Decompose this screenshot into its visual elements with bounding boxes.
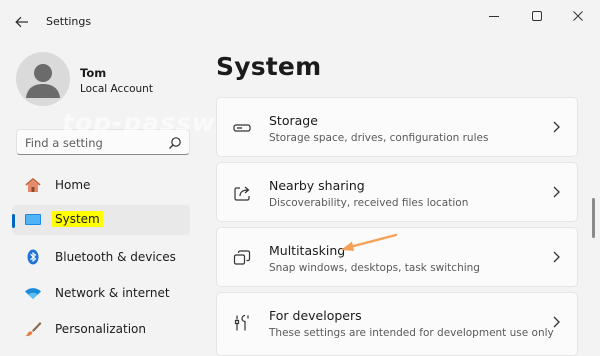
chevron-right-icon (553, 121, 560, 133)
account-type: Local Account (80, 83, 153, 95)
multitasking-icon (233, 250, 251, 265)
chevron-right-icon (553, 186, 560, 198)
sidebar-item-label: Personalization (55, 322, 146, 336)
settings-card-for-developers[interactable]: For developers These settings are intend… (216, 292, 578, 356)
annotation-arrow-icon (341, 233, 398, 251)
sidebar-item-home[interactable]: Home (12, 170, 190, 200)
sidebar-item-label: Network & internet (55, 286, 170, 300)
sidebar-item-system[interactable]: System (12, 205, 190, 235)
card-title: Multitasking (269, 243, 346, 258)
search-placeholder: Find a setting (25, 136, 103, 150)
card-title: Nearby sharing (269, 178, 365, 193)
card-description: These settings are intended for developm… (269, 327, 554, 339)
minimize-button[interactable] (472, 4, 516, 28)
close-icon (573, 11, 583, 21)
avatar[interactable] (16, 52, 70, 106)
maximize-button[interactable] (515, 4, 559, 28)
app-title: Settings (46, 15, 92, 28)
sidebar-item-label: Home (55, 178, 91, 192)
card-description: Storage space, drives, configuration rul… (269, 132, 489, 144)
user-name: Tom (80, 66, 107, 80)
developer-tools-icon (234, 314, 249, 331)
display-icon (25, 214, 41, 225)
home-icon (25, 177, 41, 192)
sidebar-item-personalization[interactable]: Personalization (12, 314, 190, 344)
maximize-icon (532, 11, 542, 21)
wifi-icon (25, 288, 41, 299)
search-icon[interactable] (168, 136, 182, 150)
bluetooth-icon (27, 249, 39, 265)
sidebar-item-bluetooth-devices[interactable]: Bluetooth & devices (12, 242, 190, 272)
settings-card-nearby-sharing[interactable]: Nearby sharing Discoverability, received… (216, 162, 578, 222)
brush-icon (25, 322, 42, 337)
card-description: Snap windows, desktops, task switching (269, 262, 480, 274)
settings-window: Settings Tom Local Account Find a settin… (0, 0, 600, 356)
scrollbar[interactable] (592, 198, 595, 238)
storage-drive-icon (233, 124, 251, 132)
minimize-icon (489, 16, 499, 17)
sidebar-item-label: Bluetooth & devices (55, 250, 176, 264)
page-title: System (216, 52, 322, 81)
share-icon (234, 186, 250, 201)
chevron-right-icon (553, 251, 560, 263)
close-button[interactable] (556, 4, 600, 28)
card-description: Discoverability, received files location (269, 197, 469, 209)
selection-indicator (12, 214, 15, 228)
sidebar-item-label: System (52, 211, 103, 227)
title-bar: Settings (0, 0, 600, 44)
search-input[interactable]: Find a setting (16, 129, 190, 155)
user-silhouette-icon (26, 64, 60, 98)
back-arrow-icon (15, 16, 28, 28)
card-title: For developers (269, 308, 362, 323)
settings-card-storage[interactable]: Storage Storage space, drives, configura… (216, 97, 578, 157)
sidebar-item-network-internet[interactable]: Network & internet (12, 278, 190, 308)
back-button[interactable] (8, 9, 36, 35)
chevron-right-icon (553, 316, 560, 328)
card-title: Storage (269, 113, 318, 128)
